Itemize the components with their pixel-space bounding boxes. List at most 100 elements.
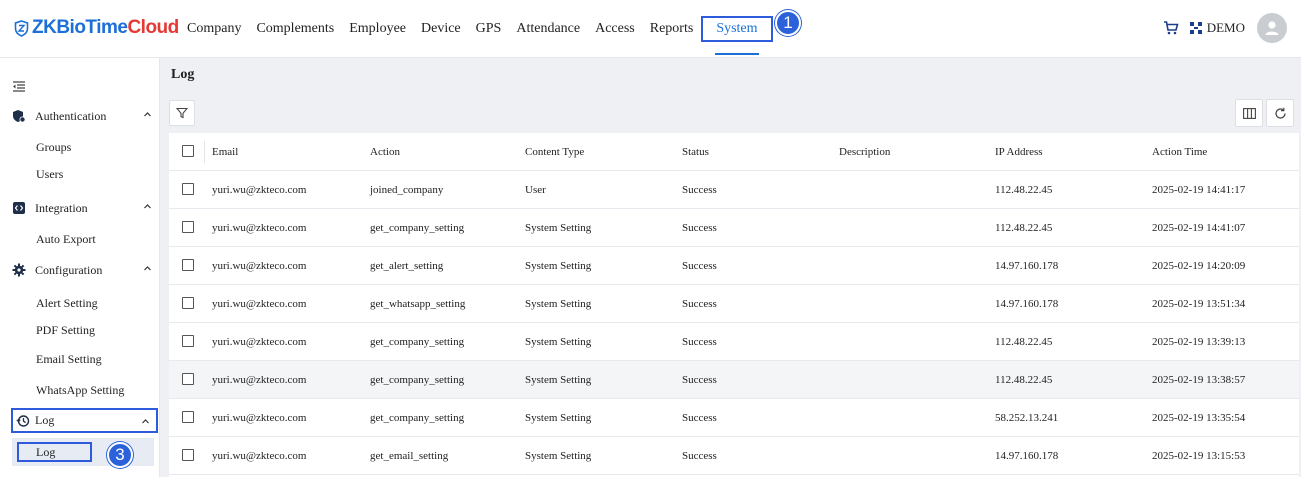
columns-button[interactable]	[1235, 99, 1263, 127]
cell-email: yuri.wu@zkteco.com	[212, 374, 307, 386]
cell-action-time: 2025-02-19 14:41:07	[1152, 222, 1246, 234]
chevron-up-icon	[142, 419, 149, 424]
sidebar-group-log[interactable]: Log	[11, 408, 158, 433]
row-checkbox[interactable]	[182, 373, 194, 385]
user-icon	[1265, 21, 1279, 35]
row-checkbox[interactable]	[182, 449, 194, 461]
sidebar-group-integration[interactable]: Integration	[12, 197, 158, 219]
step-badge-1: 1	[775, 10, 801, 36]
row-checkbox[interactable]	[182, 335, 194, 347]
sidebar-item-whatsapp-setting[interactable]: WhatsApp Setting	[36, 383, 124, 398]
column-header-description[interactable]: Description	[839, 146, 890, 158]
select-all-checkbox[interactable]	[182, 145, 194, 157]
filter-icon	[176, 107, 188, 119]
table-row[interactable]: yuri.wu@zkteco.com get_company_setting S…	[169, 209, 1299, 247]
logo-text-accent: Cloud	[127, 17, 179, 38]
cell-content-type: System Setting	[525, 412, 592, 424]
table-row[interactable]: yuri.wu@zkteco.com get_whatsapp_setting …	[169, 285, 1299, 323]
cell-action: get_alert_setting	[370, 260, 444, 272]
main-nav: Company Complements Employee Device GPS …	[187, 0, 788, 58]
chevron-up-icon	[144, 112, 151, 117]
cell-status: Success	[682, 450, 717, 462]
sidebar-item-email-setting[interactable]: Email Setting	[36, 352, 102, 367]
app-logo[interactable]: ZKBioTime Cloud	[14, 17, 179, 39]
avatar[interactable]	[1257, 13, 1287, 43]
sidebar-group-label: Configuration	[35, 262, 103, 277]
table-row[interactable]: yuri.wu@zkteco.com get_company_setting S…	[169, 399, 1299, 437]
cell-ip-address: 14.97.160.178	[995, 298, 1059, 310]
column-header-email[interactable]: Email	[212, 146, 238, 158]
column-header-action-time[interactable]: Action Time	[1152, 146, 1207, 158]
table-row[interactable]: yuri.wu@zkteco.com joined_company User S…	[169, 171, 1299, 209]
sidebar-group-label: Log	[35, 413, 55, 427]
gear-icon	[12, 263, 26, 277]
row-checkbox[interactable]	[182, 183, 194, 195]
cart-icon[interactable]	[1163, 20, 1179, 36]
sidebar-item-alert-setting[interactable]: Alert Setting	[36, 296, 98, 311]
sidebar-item-groups[interactable]: Groups	[36, 140, 71, 155]
cell-action-time: 2025-02-19 13:39:13	[1152, 336, 1246, 348]
top-bar: ZKBioTime Cloud Company Complements Emplo…	[0, 0, 1301, 58]
header-right: DEMO	[1163, 13, 1287, 43]
cell-action: get_email_setting	[370, 450, 449, 462]
column-header-action[interactable]: Action	[370, 146, 400, 158]
logo-text: ZKBioTime	[32, 17, 128, 38]
table-row[interactable]: yuri.wu@zkteco.com get_company_setting S…	[169, 323, 1299, 361]
shield-logo-icon	[14, 19, 29, 37]
main-content: Log Email Action Content Type Status Des…	[160, 58, 1301, 477]
cell-action: get_company_setting	[370, 412, 465, 424]
cell-action-time: 2025-02-19 13:15:53	[1152, 450, 1246, 462]
cell-ip-address: 112.48.22.45	[995, 184, 1053, 196]
nav-gps[interactable]: GPS	[476, 21, 502, 37]
table-toolbar	[160, 95, 1301, 133]
cell-content-type: System Setting	[525, 374, 592, 386]
row-checkbox[interactable]	[182, 297, 194, 309]
nav-reports[interactable]: Reports	[650, 21, 694, 37]
sidebar-group-authentication[interactable]: Authentication	[12, 105, 158, 127]
cell-email: yuri.wu@zkteco.com	[212, 222, 307, 234]
table-row[interactable]: yuri.wu@zkteco.com get_alert_setting Sys…	[169, 247, 1299, 285]
nav-device[interactable]: Device	[421, 21, 461, 37]
cell-email: yuri.wu@zkteco.com	[212, 412, 307, 424]
nav-access[interactable]: Access	[595, 21, 635, 37]
cell-action-time: 2025-02-19 13:38:57	[1152, 374, 1246, 386]
org-label[interactable]: DEMO	[1207, 20, 1245, 36]
table-header-row: Email Action Content Type Status Descrip…	[169, 133, 1299, 171]
row-checkbox[interactable]	[182, 259, 194, 271]
nav-company[interactable]: Company	[187, 21, 241, 37]
row-checkbox[interactable]	[182, 411, 194, 423]
cell-action: get_whatsapp_setting	[370, 298, 466, 310]
cell-action-time: 2025-02-19 13:35:54	[1152, 412, 1246, 424]
cell-action: get_company_setting	[370, 374, 465, 386]
filter-button[interactable]	[169, 100, 195, 126]
sidebar-item-users[interactable]: Users	[36, 167, 63, 182]
row-checkbox[interactable]	[182, 221, 194, 233]
cell-action: get_company_setting	[370, 336, 465, 348]
cell-status: Success	[682, 374, 717, 386]
table-row[interactable]: yuri.wu@zkteco.com get_email_setting Sys…	[169, 437, 1299, 475]
cell-action-time: 2025-02-19 14:41:17	[1152, 184, 1246, 196]
nav-complements[interactable]: Complements	[256, 21, 334, 37]
integration-icon	[13, 202, 25, 214]
collapse-menu-icon[interactable]	[12, 80, 26, 94]
sidebar-group-configuration[interactable]: Configuration	[12, 259, 158, 281]
cell-content-type: System Setting	[525, 298, 592, 310]
sidebar-item-auto-export[interactable]: Auto Export	[36, 232, 96, 247]
nav-system[interactable]: System	[701, 16, 773, 55]
table-row[interactable]: yuri.wu@zkteco.com get_company_setting S…	[169, 361, 1299, 399]
cell-ip-address: 112.48.22.45	[995, 222, 1053, 234]
column-header-status[interactable]: Status	[682, 146, 709, 158]
cell-email: yuri.wu@zkteco.com	[212, 450, 307, 462]
cell-status: Success	[682, 298, 717, 310]
cell-status: Success	[682, 336, 717, 348]
sidebar-item-pdf-setting[interactable]: PDF Setting	[36, 323, 95, 338]
nav-employee[interactable]: Employee	[349, 21, 406, 37]
sidebar-group-label: Authentication	[35, 108, 107, 123]
log-table: Email Action Content Type Status Descrip…	[169, 133, 1299, 477]
column-header-ip-address[interactable]: IP Address	[995, 146, 1043, 158]
column-header-content-type[interactable]: Content Type	[525, 146, 584, 158]
refresh-button[interactable]	[1266, 99, 1294, 127]
cell-content-type: System Setting	[525, 450, 592, 462]
nav-attendance[interactable]: Attendance	[516, 21, 580, 37]
cell-email: yuri.wu@zkteco.com	[212, 260, 307, 272]
